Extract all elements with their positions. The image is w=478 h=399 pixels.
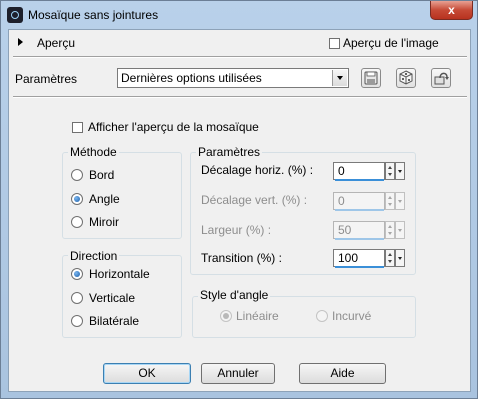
transition-label: Transition (%) : [201, 251, 282, 265]
direction-radio-verticale[interactable] [71, 292, 83, 304]
preview-label[interactable]: Aperçu [37, 36, 75, 50]
width-dropdown-icon[interactable] [395, 221, 405, 239]
method-title: Méthode [68, 145, 119, 159]
v-offset-label: Décalage vert. (%) : [201, 193, 308, 207]
help-button[interactable]: Aide [299, 363, 386, 384]
dialog-body: Aperçu Aperçu de l'image Paramètres Dern… [8, 29, 471, 392]
show-mosaic-preview-label[interactable]: Afficher l'aperçu de la mosaïque [88, 120, 259, 134]
width-label: Largeur (%) : [201, 223, 272, 237]
close-button[interactable]: x [430, 1, 473, 20]
direction-radio-horizontale[interactable] [71, 268, 83, 280]
corner-style-title: Style d'angle [198, 288, 271, 302]
corner-radio-incurve[interactable] [316, 310, 328, 322]
method-label-bord[interactable]: Bord [89, 168, 114, 182]
title-bar[interactable]: Mosaïque sans jointures x [1, 1, 477, 29]
reset-preset-button[interactable] [431, 68, 451, 88]
chevron-down-icon[interactable] [332, 70, 347, 86]
corner-radio-lineaire[interactable] [220, 310, 232, 322]
reset-icon [434, 72, 449, 85]
corner-label-lineaire[interactable]: Linéaire [236, 309, 279, 323]
show-mosaic-preview-checkbox[interactable] [72, 122, 83, 133]
show-image-label[interactable]: Aperçu de l'image [343, 36, 439, 50]
direction-label-verticale[interactable]: Verticale [89, 291, 135, 305]
presets-label: Paramètres [15, 72, 78, 86]
v-offset-dropdown-icon[interactable] [395, 192, 405, 210]
parameters-title: Paramètres [196, 145, 263, 159]
h-offset-stepper-icon[interactable] [385, 162, 395, 180]
transition-stepper-icon[interactable] [385, 249, 395, 267]
transition-dropdown-icon[interactable] [395, 249, 405, 267]
v-offset-stepper-icon[interactable] [385, 192, 395, 210]
width-value[interactable]: 50 [333, 221, 385, 239]
divider [13, 56, 467, 58]
width-stepper-icon[interactable] [385, 221, 395, 239]
direction-title: Direction [68, 249, 120, 263]
dialog-window: Mosaïque sans jointures x Aperçu Aperçu … [0, 0, 478, 399]
transition-value[interactable]: 100 [333, 249, 385, 267]
presets-dropdown[interactable]: Dernières options utilisées [117, 68, 349, 88]
method-radio-miroir[interactable] [71, 216, 83, 228]
direction-label-bilaterale[interactable]: Bilatérale [89, 314, 139, 328]
h-offset-spinner[interactable]: 0 [333, 162, 405, 182]
h-offset-dropdown-icon[interactable] [395, 162, 405, 180]
random-preset-button[interactable] [396, 68, 416, 88]
save-preset-button[interactable] [361, 68, 381, 88]
v-offset-value[interactable]: 0 [333, 192, 385, 210]
dice-icon [399, 70, 413, 85]
method-radio-bord[interactable] [71, 169, 83, 181]
width-spinner[interactable]: 50 [333, 221, 405, 241]
app-icon [7, 7, 23, 23]
method-radio-angle[interactable] [71, 193, 83, 205]
v-offset-slider[interactable] [335, 209, 384, 211]
method-label-angle[interactable]: Angle [89, 192, 120, 206]
direction-radio-bilaterale[interactable] [71, 315, 83, 327]
expand-preview-icon[interactable] [18, 38, 23, 46]
cancel-button[interactable]: Annuler [201, 363, 275, 384]
h-offset-label: Décalage horiz. (%) : [201, 163, 314, 177]
corner-label-incurve[interactable]: Incurvé [332, 309, 371, 323]
direction-label-horizontale[interactable]: Horizontale [89, 267, 150, 281]
width-slider[interactable] [335, 238, 384, 240]
show-image-checkbox[interactable] [329, 38, 340, 49]
h-offset-value[interactable]: 0 [333, 162, 385, 180]
transition-slider[interactable] [335, 266, 384, 268]
window-title: Mosaïque sans jointures [28, 8, 159, 22]
h-offset-slider[interactable] [335, 179, 384, 181]
transition-spinner[interactable]: 100 [333, 249, 405, 269]
method-label-miroir[interactable]: Miroir [89, 215, 119, 229]
ok-button[interactable]: OK [103, 363, 191, 384]
v-offset-spinner[interactable]: 0 [333, 192, 405, 212]
divider [13, 96, 467, 98]
presets-value: Dernières options utilisées [121, 71, 262, 85]
save-icon [364, 71, 378, 85]
